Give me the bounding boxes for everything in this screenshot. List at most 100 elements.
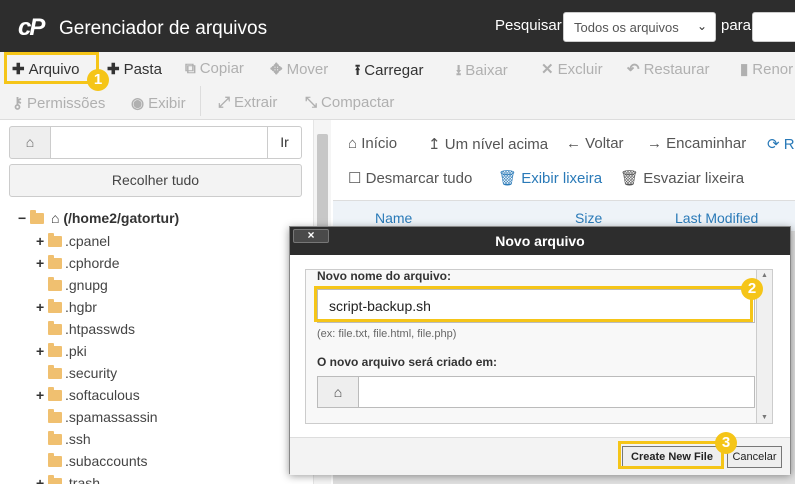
expand-icon: ⤢ (218, 94, 231, 111)
tree-item[interactable]: .security (36, 365, 117, 385)
col-last-modified[interactable]: Last Modified (675, 210, 758, 226)
deselect-all-button[interactable]: ☐ Desmarcar tudo (348, 169, 472, 187)
move-button[interactable]: ✥ Mover (270, 60, 328, 78)
folder-icon (48, 431, 62, 445)
highlight-frame (4, 52, 99, 84)
back-button[interactable]: ← Voltar (566, 135, 624, 152)
arrow-up-icon: ↥ (428, 136, 445, 153)
tree-item[interactable]: .spamassassin (36, 409, 158, 429)
dialog-title: Novo arquivo (495, 233, 585, 249)
para-label: para (721, 17, 752, 34)
home-nav-button[interactable]: ⌂ Início (348, 135, 397, 152)
checkbox-icon: ☐ (348, 170, 366, 187)
folder-icon (48, 453, 62, 467)
chevron-down-icon: ⌄ (696, 19, 707, 33)
scroll-up-icon[interactable]: ▲ (761, 272, 768, 279)
minus-icon: − (18, 210, 27, 226)
folder-icon (48, 409, 62, 423)
tree-root-label: (/home2/gatortur) (63, 210, 180, 226)
top-bar: cP Gerenciador de arquivos Pesquisar Tod… (0, 0, 795, 52)
arrow-right-icon: → (647, 135, 667, 152)
tree-item[interactable]: .subaccounts (36, 453, 148, 473)
path-input[interactable] (50, 126, 268, 159)
directory-label: O novo arquivo será criado em: (317, 355, 498, 369)
reload-button[interactable]: ⟳ R (767, 135, 795, 153)
tree-item[interactable]: + .hgbr (36, 299, 97, 319)
collapse-all-button[interactable]: Recolher tudo (9, 164, 302, 197)
search-scope-value: Todos os arquivos (574, 20, 679, 35)
tree-item[interactable]: + .softaculous (36, 387, 140, 407)
plus-icon: + (36, 343, 45, 359)
tree-item[interactable]: .ssh (36, 431, 91, 451)
close-icon: ✕ (541, 61, 554, 78)
file-icon: ▮ (740, 61, 749, 78)
search-input[interactable] (752, 12, 795, 42)
step-badge-1: 1 (87, 69, 109, 91)
download-button[interactable]: ⭳ Baixar (456, 60, 508, 85)
scroll-down-icon[interactable]: ▼ (761, 414, 768, 421)
tree-item[interactable]: + .trash (36, 475, 100, 484)
view-trash-button[interactable]: 🗑 Exibir lixeira (498, 169, 602, 187)
download-icon: ⭳ (456, 62, 462, 79)
go-button[interactable]: Ir (267, 126, 302, 159)
home-icon[interactable]: ⌂ (9, 126, 51, 159)
restore-button[interactable]: ↶ Restaurar (627, 60, 709, 78)
step-badge-2: 2 (741, 278, 763, 300)
home-icon: ⌂ (317, 376, 359, 408)
compress-button[interactable]: ⤡ Compactar (305, 94, 394, 111)
rename-button[interactable]: ▮ Renor (740, 60, 793, 78)
search-scope-select[interactable]: Todos os arquivos ⌄ (563, 12, 716, 42)
filename-hint: (ex: file.txt, file.html, file.php) (317, 328, 457, 340)
tree-item[interactable]: .htpasswds (36, 321, 135, 341)
tree-root[interactable]: − ⌂ (/home2/gatortur) (18, 210, 179, 226)
undo-icon: ↶ (627, 61, 640, 78)
folder-icon (48, 299, 62, 313)
new-folder-button[interactable]: ✚ Pasta (107, 60, 162, 78)
folder-icon (48, 255, 62, 269)
arrow-left-icon: ← (566, 135, 586, 152)
tree-item[interactable]: + .cpanel (36, 233, 110, 253)
tree-item[interactable]: .gnupg (36, 277, 108, 297)
tree-item[interactable]: + .pki (36, 343, 87, 363)
folder-icon (30, 210, 45, 224)
toolbar-divider (200, 86, 201, 116)
app-title: Gerenciador de arquivos (59, 18, 268, 39)
tree-item[interactable]: + .cphorde (36, 255, 119, 275)
highlight-frame (314, 286, 753, 322)
delete-button[interactable]: ✕ Excluir (541, 60, 603, 78)
permissions-button[interactable]: ⚷ Permissões (12, 94, 105, 112)
search-label: Pesquisar (495, 17, 562, 34)
cpanel-logo: cP (18, 14, 45, 41)
directory-input[interactable] (358, 376, 755, 408)
trash-icon: 🗑 (498, 170, 522, 187)
extract-button[interactable]: ⤢ Extrair (218, 94, 277, 111)
step-badge-3: 3 (715, 432, 737, 454)
cancel-button[interactable]: Cancelar (727, 446, 782, 468)
view-button[interactable]: ◉ Exibir (131, 94, 186, 112)
copy-button[interactable]: ⧉ Copiar (185, 60, 244, 77)
forward-button[interactable]: → Encaminhar (647, 135, 746, 152)
upload-icon: ⭱ (355, 62, 361, 79)
col-name[interactable]: Name (375, 210, 412, 226)
filename-label: Novo nome do arquivo: (317, 269, 452, 283)
col-size[interactable]: Size (575, 210, 602, 226)
folder-icon (48, 365, 62, 379)
plus-icon: ✚ (107, 61, 120, 78)
plus-icon: + (36, 475, 45, 484)
folder-icon (48, 233, 62, 247)
plus-icon: + (36, 233, 45, 249)
key-icon: ⚷ (12, 95, 23, 112)
folder-icon (48, 277, 62, 291)
home-icon: ⌂ (50, 210, 60, 226)
upload-button[interactable]: ⭱ Carregar (355, 60, 423, 85)
refresh-icon: ⟳ (767, 136, 784, 153)
highlight-frame (618, 441, 724, 469)
folder-icon (48, 475, 62, 484)
trash-icon: 🗑 (620, 170, 644, 187)
empty-trash-button[interactable]: 🗑 Esvaziar lixeira (620, 169, 744, 187)
dialog-header: × Novo arquivo (290, 227, 790, 255)
plus-icon: + (36, 387, 45, 403)
up-level-button[interactable]: ↥ Um nível acima (428, 135, 548, 153)
eye-icon: ◉ (131, 95, 145, 112)
plus-icon: + (36, 299, 45, 315)
